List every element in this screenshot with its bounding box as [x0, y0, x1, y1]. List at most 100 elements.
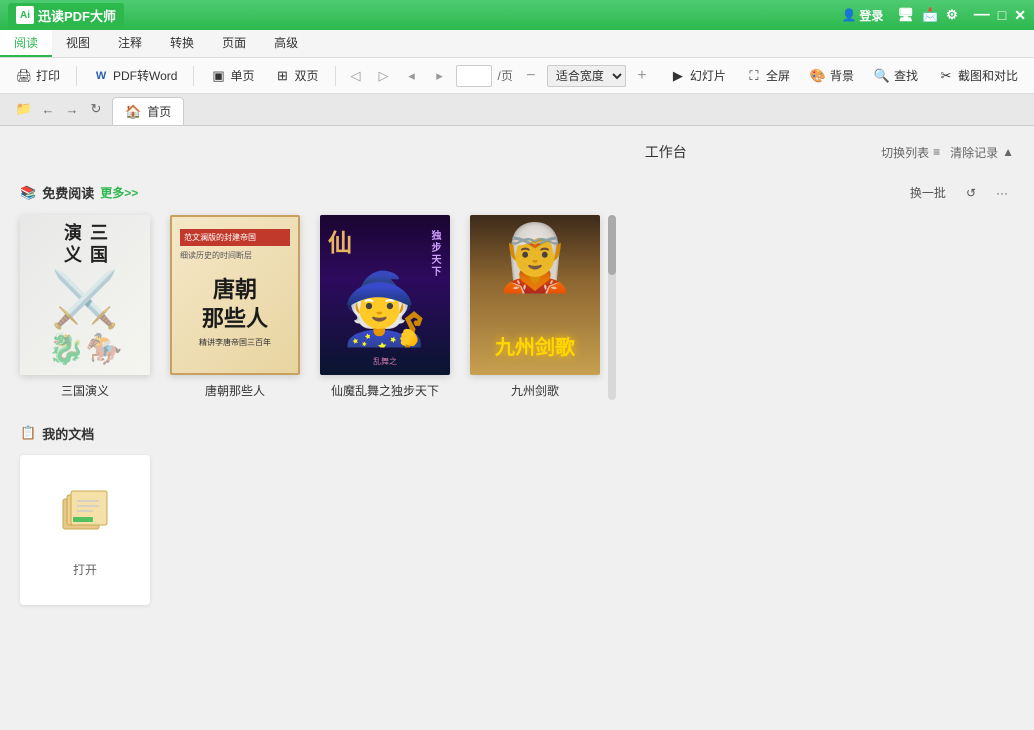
- book-cover-jiuzhou: 🧝 九州剑歌: [470, 215, 600, 375]
- single-page-icon: ▣: [210, 68, 226, 84]
- book-cover-tangchao: 范文澜版的封建帝国 细读历史的时间断层 唐朝那些人 精讲李唐帝国三百年: [170, 215, 300, 375]
- switch-view-btn[interactable]: 切换列表 ≡: [881, 144, 940, 161]
- menu-item-annotate[interactable]: 注释: [104, 30, 156, 57]
- refresh-icon[interactable]: ↺: [960, 184, 982, 202]
- section-right: 换一批 ↺ ···: [904, 182, 1014, 203]
- book-title-sanguo: 三国演义: [61, 383, 109, 400]
- zoom-select[interactable]: 适合宽度 75% 100% 125% 150%: [547, 65, 626, 87]
- login-label: 登录: [859, 7, 883, 24]
- book-cover-xianmo: 仙 🧙 独步天下 乱舞之: [320, 215, 450, 375]
- print-button[interactable]: 🖨 打印: [8, 64, 68, 87]
- page-next-button[interactable]: ▸: [428, 64, 452, 88]
- books-grid: 三国演义 ⚔️ 🐉🏇 三国演义 范文澜版的封建帝国: [20, 215, 600, 400]
- book-item-sanguo[interactable]: 三国演义 ⚔️ 🐉🏇 三国演义: [20, 215, 150, 400]
- scrollbar-thumb[interactable]: [608, 215, 616, 275]
- slideshow-icon: ▶: [670, 68, 686, 84]
- nav-back-button[interactable]: ◁: [344, 64, 368, 88]
- background-button[interactable]: 🎨 背景: [802, 64, 862, 87]
- sanguo-art-decoration: ⚔️: [51, 267, 119, 332]
- book-item-jiuzhou[interactable]: 🧝 九州剑歌 九州剑歌: [470, 215, 600, 400]
- single-page-button[interactable]: ▣ 单页: [202, 64, 262, 87]
- my-docs-header: 📋 我的文档: [20, 424, 1014, 443]
- crop-icon: ✂: [938, 68, 954, 84]
- sanguo-title-art: 三国演义: [59, 223, 111, 267]
- tang-banner: 范文澜版的封建帝国: [180, 229, 290, 246]
- refresh-batch-btn[interactable]: 换一批: [904, 182, 952, 203]
- menu-item-read[interactable]: 阅读: [0, 30, 52, 57]
- xian-vertical-title: 独步天下: [427, 230, 442, 278]
- doc-section-icon: 📋: [20, 425, 36, 441]
- restore-btn[interactable]: □: [998, 7, 1006, 23]
- doc-stack-svg: [55, 481, 115, 541]
- zoom-in-button[interactable]: +: [630, 64, 654, 88]
- more-options-btn[interactable]: ···: [990, 184, 1014, 202]
- logo-icon: Ai: [16, 6, 34, 24]
- background-icon: 🎨: [810, 68, 826, 84]
- fullscreen-button[interactable]: ⛶ 全屏: [738, 64, 798, 87]
- tang-subtitle: 细读历史的时间断层: [180, 250, 290, 262]
- toolbar-right: ▶ 幻灯片 ⛶ 全屏 🎨 背景 🔍 查找 ✂ 截图和对比: [662, 64, 1026, 87]
- toolbar-sep-3: [335, 66, 336, 86]
- menu-item-page[interactable]: 页面: [208, 30, 260, 57]
- page-input[interactable]: [456, 65, 492, 87]
- nav-forward-button[interactable]: ▷: [372, 64, 396, 88]
- book-item-tangchao[interactable]: 范文澜版的封建帝国 细读历史的时间断层 唐朝那些人 精讲李唐帝国三百年 唐朝那些…: [170, 215, 300, 400]
- free-reading-section: 📚 免费阅读 更多>> 换一批 ↺ ··· 三国演义 ⚔️ 🐉🏇: [20, 182, 1014, 400]
- books-scrollbar[interactable]: [608, 215, 616, 400]
- my-documents-section: 📋 我的文档 打开: [20, 424, 1014, 605]
- app-title: 迅读PDF大师: [38, 6, 116, 25]
- slideshow-button[interactable]: ▶ 幻灯片: [662, 64, 734, 87]
- back-btn[interactable]: ←: [38, 99, 58, 119]
- account-login-btn[interactable]: 👤 登录: [835, 5, 889, 26]
- tang-sub-2: 精讲李唐帝国三百年: [199, 337, 271, 348]
- forward-btn[interactable]: →: [62, 99, 82, 119]
- double-page-button[interactable]: ⊞ 双页: [267, 64, 327, 87]
- main-content: 工作台 切换列表 ≡ 清除记录 ▲ 📚 免费阅读 更多>> 换一批 ↺ ···: [0, 126, 1034, 730]
- word-icon: W: [93, 68, 109, 84]
- book-item-xianmo[interactable]: 仙 🧙 独步天下 乱舞之 仙魔乱舞之独步天下: [320, 215, 450, 400]
- clear-icon: ▲: [1002, 145, 1014, 159]
- crop-button[interactable]: ✂ 截图和对比: [930, 64, 1026, 87]
- switch-view-icon: ≡: [933, 145, 940, 159]
- pdf-to-word-button[interactable]: W PDF转Word: [85, 64, 185, 87]
- settings-icon[interactable]: 📩: [922, 7, 938, 23]
- toolbar-sep-1: [76, 66, 77, 86]
- open-label: 打开: [73, 561, 97, 578]
- tab-bar: 📁 ← → ↻ 🏠 首页: [0, 94, 1034, 126]
- workspace-actions: 切换列表 ≡ 清除记录 ▲: [881, 144, 1014, 161]
- title-bar: Ai 迅读PDF大师 👤 登录 🖥 📩 ⚙ — □ ✕: [0, 0, 1034, 30]
- my-docs-grid: 打开: [20, 455, 1014, 605]
- jiu-figure: 🧝: [495, 220, 576, 296]
- menu-item-advanced[interactable]: 高级: [260, 30, 312, 57]
- book-xianmo-art: 仙 🧙 独步天下 乱舞之: [320, 215, 450, 375]
- tang-main-title: 唐朝那些人: [202, 276, 268, 333]
- open-file-item[interactable]: 打开: [20, 455, 150, 605]
- minimize-btn[interactable]: —: [974, 6, 990, 24]
- gear-icon[interactable]: ⚙: [946, 7, 958, 23]
- menu-bar: 阅读 视图 注释 转换 页面 高级: [0, 30, 1034, 58]
- more-btn[interactable]: 更多>>: [100, 184, 138, 201]
- free-reading-title: 📚 免费阅读 更多>>: [20, 183, 138, 202]
- home-tab[interactable]: 🏠 首页: [112, 97, 184, 125]
- zoom-out-button[interactable]: −: [519, 64, 543, 88]
- title-right-area: 👤 登录 🖥 📩 ⚙ — □ ✕: [835, 5, 1026, 26]
- menu-item-view[interactable]: 视图: [52, 30, 104, 57]
- book-jiuzhou-art: 🧝 九州剑歌: [470, 215, 600, 375]
- close-btn[interactable]: ✕: [1014, 7, 1026, 24]
- workspace-title: 工作台: [451, 142, 882, 162]
- menu-item-convert[interactable]: 转换: [156, 30, 208, 57]
- free-reading-header: 📚 免费阅读 更多>> 换一批 ↺ ···: [20, 182, 1014, 203]
- screen-icon[interactable]: 🖥: [897, 7, 914, 23]
- search-button[interactable]: 🔍 查找: [866, 64, 926, 87]
- folder-btn[interactable]: 📁: [14, 99, 34, 119]
- print-icon: 🖨: [16, 68, 32, 84]
- home-icon: 🏠: [125, 104, 141, 120]
- sanguo-art-figures: 🐉🏇: [48, 332, 123, 367]
- books-scroll-area: 三国演义 ⚔️ 🐉🏇 三国演义 范文澜版的封建帝国: [20, 215, 1014, 400]
- clear-records-btn[interactable]: 清除记录 ▲: [950, 144, 1014, 161]
- book-title-tangchao: 唐朝那些人: [205, 383, 265, 400]
- app-logo[interactable]: Ai 迅读PDF大师: [8, 3, 124, 28]
- jiu-main-title: 九州剑歌: [470, 331, 600, 360]
- page-prev-button[interactable]: ◂: [400, 64, 424, 88]
- refresh-tab-btn[interactable]: ↻: [86, 99, 106, 119]
